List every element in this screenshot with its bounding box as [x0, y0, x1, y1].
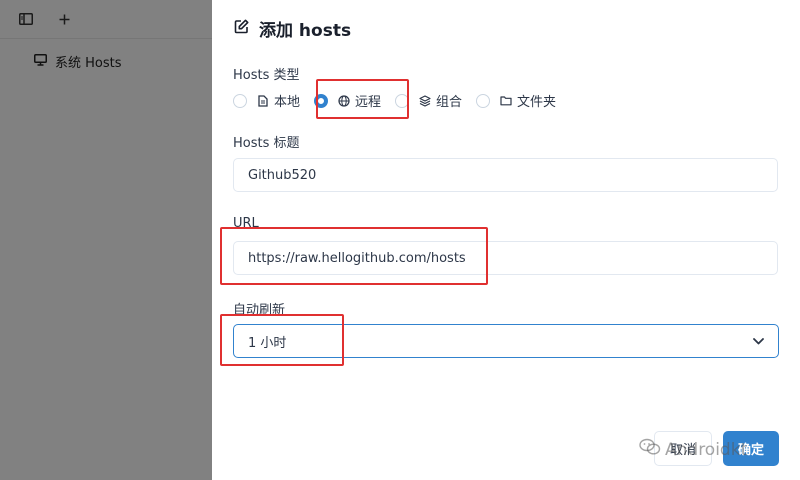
- globe-icon: [337, 94, 350, 107]
- ok-button[interactable]: 确定: [723, 431, 779, 466]
- radio-label: 文件夹: [517, 95, 557, 110]
- auto-refresh-select[interactable]: 1 小时: [233, 324, 779, 358]
- radio-label: 组合: [436, 95, 463, 110]
- drawer-title-text: 添加 hosts: [259, 21, 352, 41]
- modal-overlay[interactable]: [0, 0, 212, 480]
- radio-circle[interactable]: [395, 93, 410, 108]
- cancel-button[interactable]: 取消: [654, 431, 712, 466]
- radio-circle[interactable]: [476, 93, 491, 108]
- radio-local[interactable]: 本地: [233, 91, 300, 110]
- url-input[interactable]: https://raw.hellogithub.com/hosts: [233, 241, 778, 275]
- auto-refresh-label: 自动刷新: [233, 303, 286, 318]
- drawer-title: 添加 hosts: [234, 16, 351, 41]
- radio-group-combine[interactable]: 组合: [395, 91, 462, 110]
- radio-label: 本地: [274, 95, 301, 110]
- file-icon: [256, 94, 269, 107]
- radio-folder[interactable]: 文件夹: [476, 91, 556, 110]
- hosts-title-input[interactable]: Github520: [233, 158, 778, 192]
- hosts-title-label: Hosts 标题: [233, 136, 300, 151]
- radio-label: 远程: [355, 95, 382, 110]
- edit-icon: [234, 19, 249, 39]
- hosts-type-label: Hosts 类型: [233, 68, 300, 83]
- folder-icon: [499, 94, 512, 107]
- url-label: URL: [233, 216, 259, 231]
- chevron-down-icon: [753, 334, 764, 349]
- add-hosts-drawer: 添加 hosts Hosts 类型 本地 远程 组合 文件夹 Hosts 标题 …: [212, 0, 800, 480]
- radio-remote[interactable]: 远程: [314, 91, 381, 110]
- radio-circle-checked[interactable]: [314, 93, 329, 108]
- hosts-type-radio-group: 本地 远程 组合 文件夹: [233, 91, 570, 110]
- radio-circle[interactable]: [233, 93, 247, 108]
- app-window: 系统 Hosts 添加 hosts Hosts 类型 本地 远程 组合 文件夹 …: [0, 0, 800, 480]
- layers-icon: [418, 94, 431, 107]
- select-value: 1 小时: [248, 335, 287, 351]
